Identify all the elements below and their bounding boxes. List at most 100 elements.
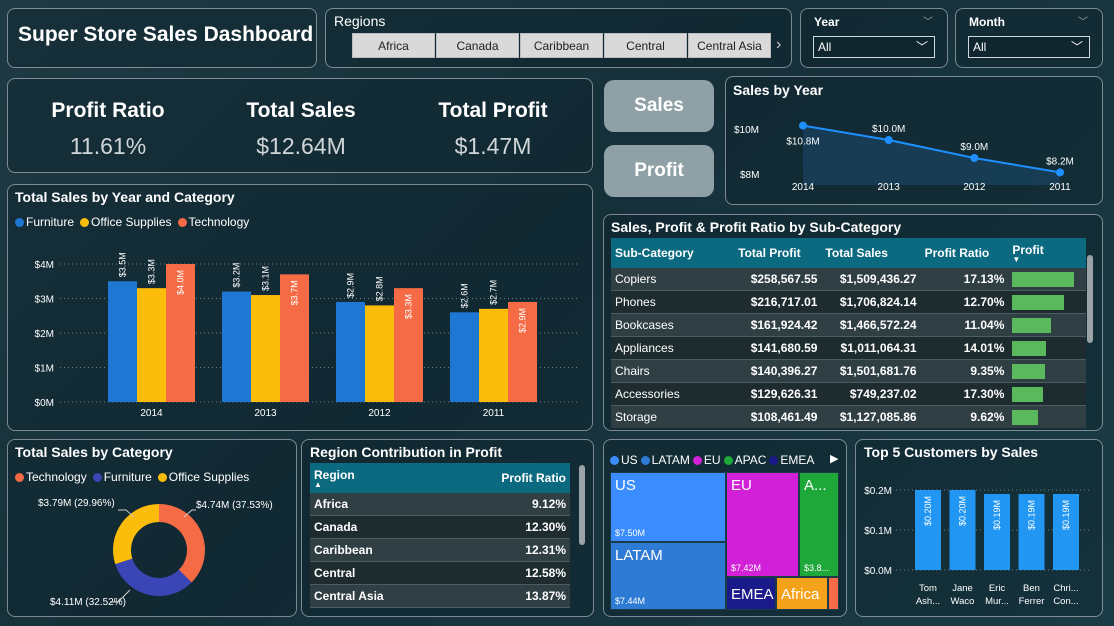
donut-slice-furniture[interactable] [115,558,192,596]
subcategory-table-wrapper: Sub-Category Total Profit Total Sales Pr… [611,238,1086,428]
region-button-central[interactable]: Central [604,33,687,58]
bar[interactable] [365,305,394,402]
legend-label: US [621,453,638,467]
region-scrollbar[interactable] [579,465,585,545]
col-header-total-profit[interactable]: Total Profit [734,238,822,268]
donut-slice-technology[interactable] [159,504,206,583]
bar[interactable] [479,308,508,402]
table-header-row: Sub-Category Total Profit Total Sales Pr… [611,238,1086,268]
treemap-label: A... [804,477,827,494]
table-row[interactable]: Storage $108,461.49 $1,127,085.86 9.62% [611,405,1086,428]
cell-profit-bar [1008,359,1086,383]
legend-item: LATAM [640,453,690,467]
kpi-total-sales-value: $12.64M [256,133,346,159]
treemap-cell-africa[interactable]: Africa [776,577,828,610]
kpi-total-profit-value: $1.47M [454,133,532,159]
legend-dot [640,455,650,465]
cell-profit-ratio: 12.30% [468,515,570,539]
table-row[interactable]: Bookcases $161,924.42 $1,466,572.24 11.04% [611,313,1086,337]
profit-toggle-button[interactable]: Profit [604,145,714,197]
bar[interactable] [222,291,251,402]
treemap-cell-apac[interactable]: A... $3.8... [799,472,839,577]
month-dropdown[interactable]: All ﹀ [968,36,1090,58]
y-tick-label: $0M [35,398,54,409]
year-dropdown[interactable]: All ﹀ [813,36,935,58]
subcategory-scrollbar[interactable] [1087,255,1093,343]
col-header-total-sales[interactable]: Total Sales [821,238,921,268]
table-row[interactable]: Caribbean 12.31% [310,538,570,562]
subcategory-table: Sub-Category Total Profit Total Sales Pr… [611,238,1086,428]
line-point[interactable] [799,121,807,130]
sales-toggle-button[interactable]: Sales [604,80,714,132]
bar[interactable] [108,281,137,402]
page-title: Super Store Sales Dashboard [18,23,314,46]
line-point[interactable] [970,154,979,162]
sales-by-year-category-panel: Total Sales by Year and Category Furnitu… [7,184,593,431]
treemap-label: US [615,477,636,494]
cell-total-profit: $258,567.55 [734,268,822,291]
col-header-profit-ratio[interactable]: Profit Ratio [920,238,1009,268]
col-header-region[interactable]: Region ▲ [310,463,468,493]
cell-profit-ratio: 12.58% [468,561,570,585]
treemap-cell-eu[interactable]: EU $7.42M [726,472,799,577]
bar[interactable] [336,301,365,402]
table-row[interactable]: Chairs $140,396.27 $1,501,681.76 9.35% [611,359,1086,383]
cell-total-sales: $749,237.02 [821,382,921,406]
cell-profit-ratio: 12.31% [468,538,570,562]
year-slicer: Year ﹀ All ﹀ [800,8,948,68]
table-row[interactable]: Central 12.58% [310,561,570,585]
subcategory-title: Sales, Profit & Profit Ratio by Sub-Cate… [611,219,902,235]
cell-profit-ratio: 9.62% [920,405,1009,428]
col-header-profit-ratio[interactable]: Profit Ratio [468,463,570,493]
year-label: Year [814,15,840,29]
region-button-canada[interactable]: Canada [436,33,519,58]
bar[interactable] [251,295,280,402]
table-row[interactable]: Central Asia 13.87% [310,584,570,608]
kpi-total-profit-label: Total Profit [438,99,548,122]
line-point[interactable] [1056,168,1064,177]
profit-databar [1012,294,1065,310]
play-icon[interactable]: ▶ [830,452,838,465]
market-treemap-panel: US LATAM EU APAC EMEA ▶ US $7.50M LATAM … [603,439,847,617]
region-button-central-asia[interactable]: Central Asia [688,33,771,58]
month-label: Month [969,15,1005,29]
data-label: $4.0M [176,270,186,295]
treemap-cell-emea[interactable]: EMEA [726,577,776,610]
treemap-cell-latam[interactable]: LATAM $7.44M [610,542,726,610]
category-bar-chart: $4M $3M $2M $1M $0M $3.5M $3.3M $4.0M 2014 $3.2M $… [35,252,578,419]
treemap-cell-us[interactable]: US $7.50M [610,472,726,542]
sales-by-year-panel: Sales by Year $10M $8M $10.8M 2014 $10.0M 2… [725,76,1103,205]
cell-total-profit: $108,461.49 [734,405,822,428]
table-row[interactable]: Canada 12.30% [310,515,570,539]
legend-item: APAC [723,453,766,467]
cell-total-profit: $141,680.59 [734,336,822,360]
cell-region: Central [310,561,468,585]
x-tick-label: 2013 [878,182,901,193]
region-button-africa[interactable]: Africa [352,33,435,58]
table-row[interactable]: Africa 9.12% [310,493,570,516]
data-label: $3.1M [261,266,271,291]
chevron-right-icon[interactable]: › [776,36,781,54]
kpi-panel: Profit Ratio 11.61% Total Sales $12.64M … [7,78,593,173]
data-label: $2.8M [375,276,385,301]
cell-subcategory: Chairs [611,359,735,383]
table-row[interactable]: Appliances $141,680.59 $1,011,064.31 14.01% [611,336,1086,360]
data-label: $0.19M [1061,500,1071,530]
cell-region: Caribbean [310,538,468,562]
table-row[interactable]: Accessories $129,626.31 $749,237.02 17.30% [611,382,1086,406]
donut-slice-office[interactable] [113,504,159,565]
data-label: $0.20M [923,496,933,526]
cell-profit-ratio: 17.13% [920,268,1009,291]
col-header-profit-bar[interactable]: Profit ▼ [1008,238,1086,268]
col-header-subcategory[interactable]: Sub-Category [611,238,735,268]
data-label: $0.19M [992,500,1002,530]
bar[interactable] [450,312,479,402]
region-button-caribbean[interactable]: Caribbean [520,33,603,58]
treemap-cell-other[interactable] [828,577,839,610]
y-tick-label: $0.2M [864,486,892,497]
bar[interactable] [137,288,166,402]
treemap-legend: US LATAM EU APAC EMEA [610,453,814,467]
table-row[interactable]: Copiers $258,567.55 $1,509,436.27 17.13% [611,268,1086,291]
line-point[interactable] [884,136,893,144]
table-row[interactable]: Phones $216,717.01 $1,706,824.14 12.70% [611,290,1086,314]
